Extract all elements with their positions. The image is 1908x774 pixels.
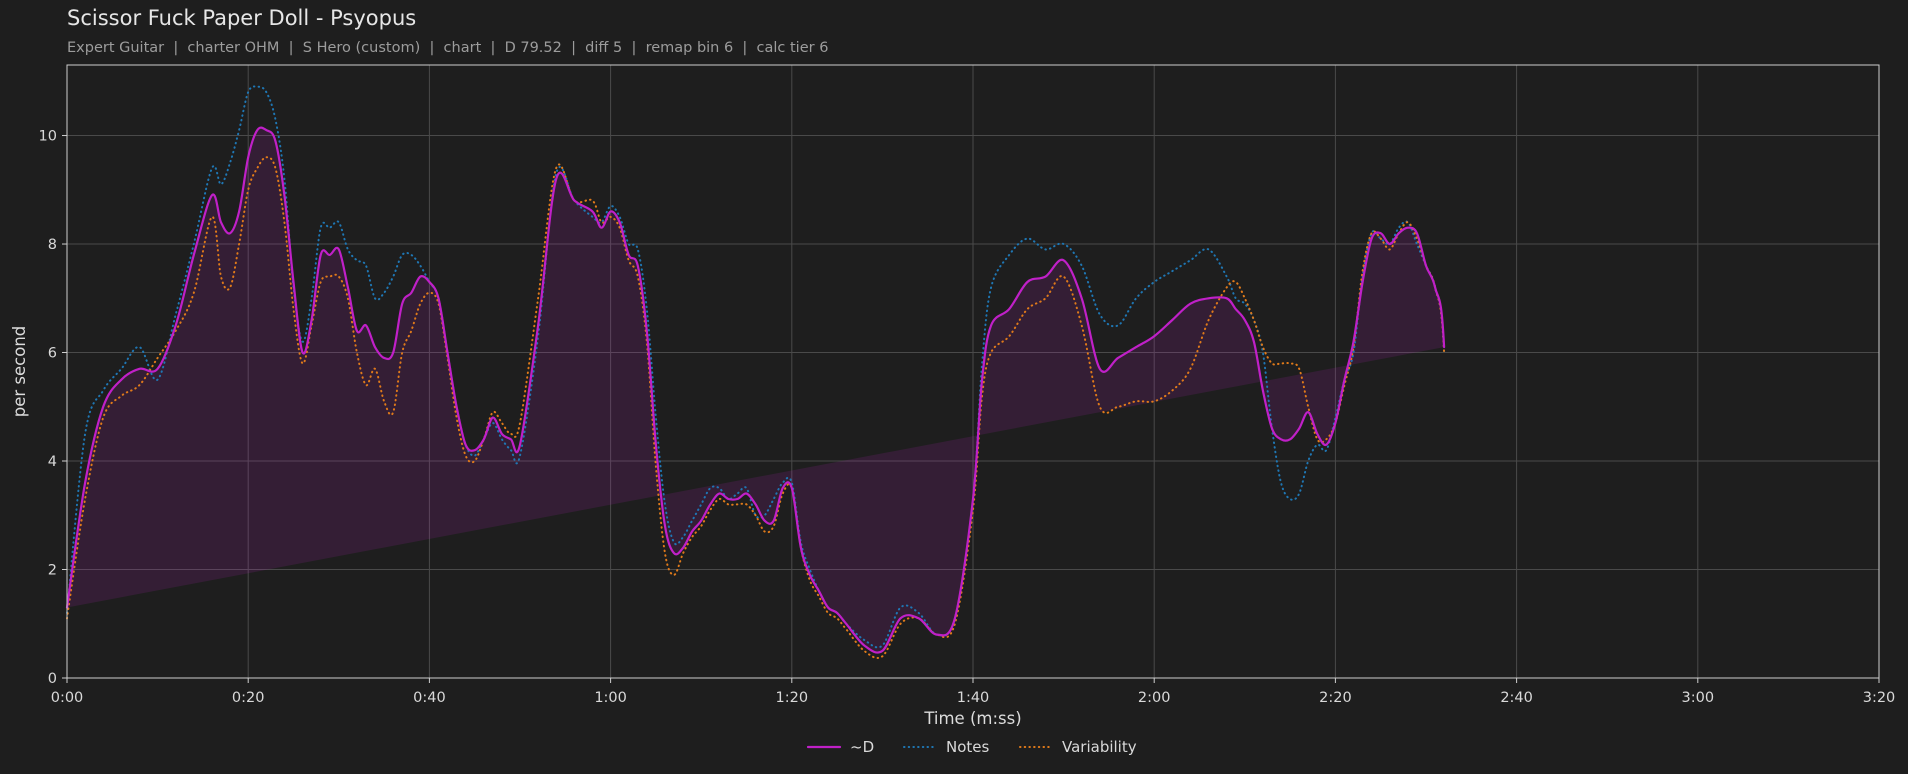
legend: ~D Notes Variability <box>806 738 1137 756</box>
x-tick-label: 0:40 <box>413 690 446 706</box>
y-tick-label: 8 <box>48 237 57 253</box>
x-tick-label: 1:40 <box>957 690 990 706</box>
y-tick-label: 0 <box>48 671 57 687</box>
x-tick-label: 2:20 <box>1319 690 1352 706</box>
legend-label-notes: Notes <box>946 738 990 756</box>
x-tick-label: 0:00 <box>51 690 84 706</box>
legend-label-variability: Variability <box>1062 738 1137 756</box>
series-area-d <box>67 127 1445 653</box>
x-tick-label: 2:40 <box>1500 690 1533 706</box>
x-tick-label: 0:20 <box>232 690 265 706</box>
x-tick-label: 2:00 <box>1138 690 1171 706</box>
x-tick-label: 3:00 <box>1682 690 1715 706</box>
x-tick-label: 1:00 <box>594 690 627 706</box>
x-tick-label: 3:20 <box>1863 690 1896 706</box>
y-tick-label: 4 <box>48 454 57 470</box>
y-tick-label: 2 <box>48 563 57 579</box>
x-axis-label: Time (m:ss) <box>923 709 1021 728</box>
y-axis-ticks: 0 2 4 6 8 10 <box>39 129 67 687</box>
line-chart: 0:00 0:20 0:40 1:00 1:20 1:40 2:00 2:20 2:40 3:00… <box>10 64 1896 756</box>
y-axis-label: per second <box>10 326 29 418</box>
x-axis-ticks: 0:00 0:20 0:40 1:00 1:20 1:40 2:00 2:20 2:40 3:00… <box>51 678 1896 706</box>
area-fill <box>67 127 1445 653</box>
y-tick-label: 10 <box>39 129 57 145</box>
x-tick-label: 1:20 <box>776 690 809 706</box>
y-tick-label: 6 <box>48 346 57 362</box>
legend-label-d: ~D <box>850 738 874 756</box>
